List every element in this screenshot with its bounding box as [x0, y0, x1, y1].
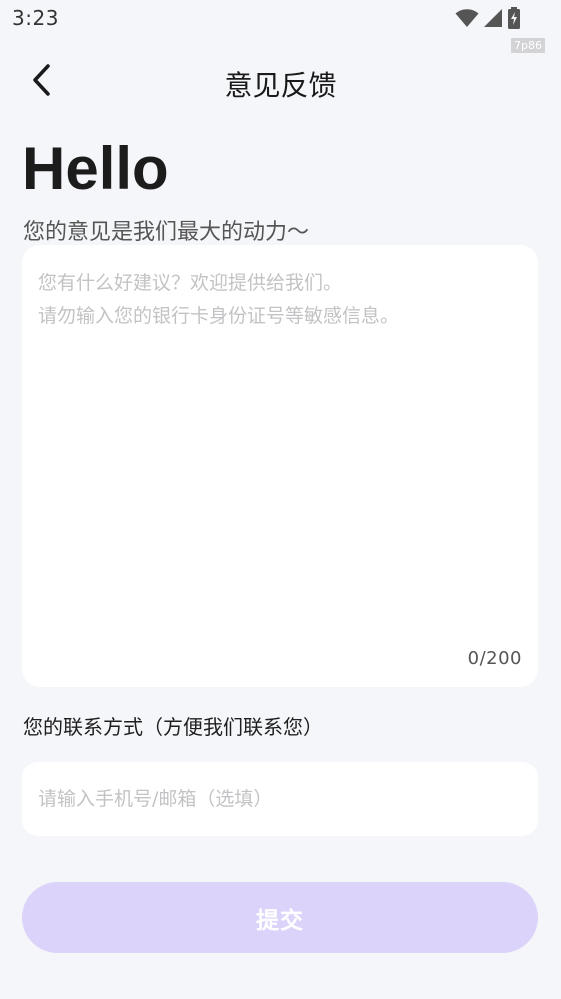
wifi-icon	[455, 8, 479, 32]
subtitle: 您的意见是我们最大的动力～	[23, 220, 310, 245]
build-badge: 7p86	[511, 38, 545, 53]
contact-label: 您的联系方式（方便我们联系您）	[23, 715, 323, 739]
char-count: 0/200	[467, 648, 522, 669]
submit-button[interactable]: 提交	[22, 882, 538, 953]
status-icons	[455, 7, 521, 33]
status-time: 3:23	[12, 6, 59, 30]
contact-card	[22, 762, 538, 836]
page-title: 意见反馈	[224, 69, 337, 102]
greeting-heading: Hello	[22, 135, 169, 202]
battery-charging-icon	[507, 7, 521, 33]
cellular-signal-icon	[483, 8, 503, 32]
feedback-card: 0/200	[22, 245, 538, 687]
nav-bar: 意见反馈	[0, 58, 561, 106]
contact-input[interactable]	[38, 762, 522, 836]
feedback-textarea[interactable]	[38, 267, 522, 647]
status-bar: 3:23 7p86	[0, 0, 561, 53]
